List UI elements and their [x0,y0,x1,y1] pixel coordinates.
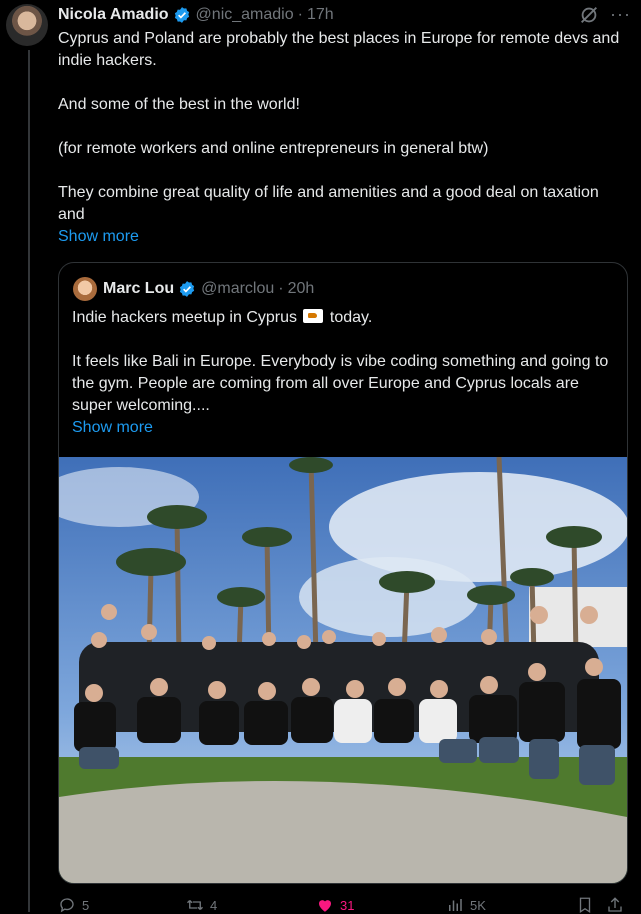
quote-text-body: It feels like Bali in Europe. Everybody … [72,353,613,414]
verified-badge-icon [174,7,189,23]
quoted-tweet[interactable]: Marc Lou @marclou · 20h Indie hackers me… [58,262,628,884]
separator: · [278,280,284,297]
like-count: 31 [340,897,355,913]
quote-text-line1-end: today. [325,309,373,326]
repost-count: 4 [210,897,218,913]
share-button[interactable] [606,896,624,914]
quote-text-line1-start: Indie hackers meetup in Cyprus [72,309,302,326]
quote-time: 20h [287,280,315,297]
views-icon [449,899,462,911]
tweet-time[interactable]: 17h [307,4,334,26]
quote-text: Indie hackers meetup in Cyprus today. It… [72,307,612,417]
quote-author-avatar [73,277,97,301]
author-handle[interactable]: @nic_amadio [196,4,294,26]
quote-header: Marc Lou @marclou · 20h [103,277,314,301]
like-icon [319,900,331,912]
author-avatar[interactable] [6,4,48,46]
show-more-link[interactable]: Show more [58,226,139,248]
views-count: 5K [470,897,486,913]
separator: · [297,6,303,23]
quote-author-name: Marc Lou [103,280,175,297]
reply-button[interactable]: 5 [58,896,89,914]
tweet-text: Cyprus and Poland are probably the best … [58,30,620,223]
cyprus-flag-icon [303,309,324,323]
reply-icon [60,898,74,913]
action-bar: 5 4 31 5K [0,896,641,914]
repost-button[interactable]: 4 [186,896,217,914]
bookmark-button[interactable] [576,896,594,914]
author-name[interactable]: Nicola Amadio [58,4,169,26]
reply-count: 5 [82,897,90,913]
repost-icon [187,900,203,910]
quote-author-handle: @marclou [201,280,275,297]
meetup-photo[interactable] [59,457,627,883]
verified-badge-icon [180,281,195,297]
thread-line [28,50,30,912]
grok-icon[interactable] [578,4,600,26]
tweet-header: Nicola Amadio @nic_amadio · 17h [58,4,334,26]
views-button[interactable]: 5K [446,896,486,914]
bookmark-icon [579,897,591,914]
share-icon [608,897,622,912]
like-button[interactable]: 31 [316,896,354,914]
quote-show-more-link[interactable]: Show more [72,417,153,439]
more-icon[interactable]: ··· [610,4,631,25]
